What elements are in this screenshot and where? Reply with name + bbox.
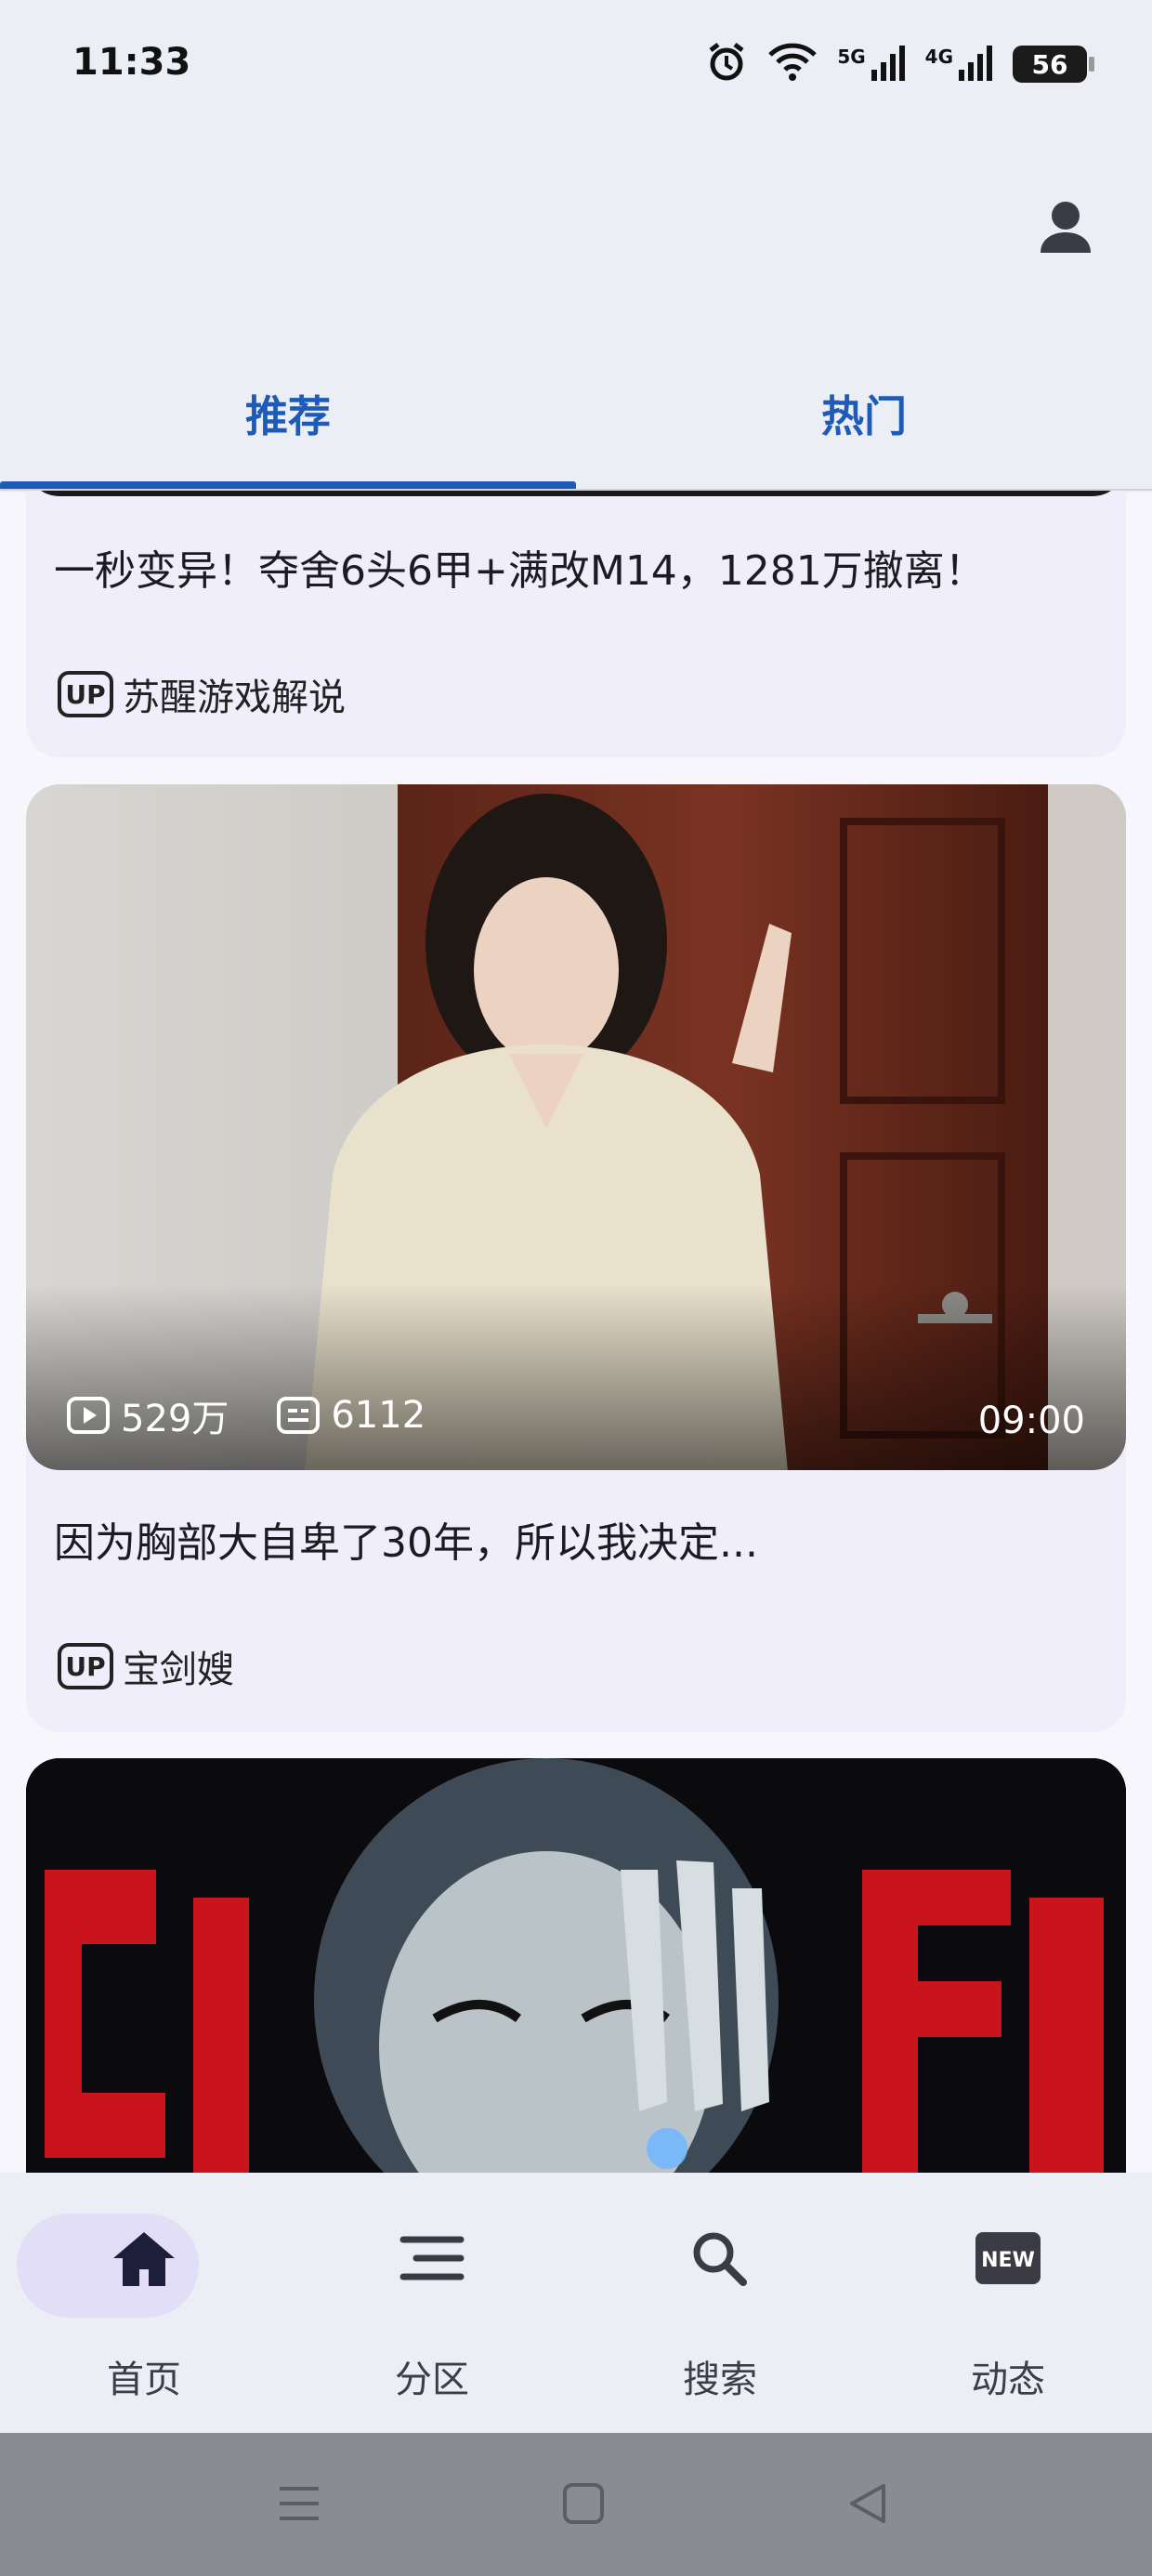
menu-icon [399, 2236, 465, 2280]
video-duration: 09:00 [977, 1400, 1085, 1442]
thumbnail-overlay [26, 1284, 1126, 1470]
search-icon [693, 2232, 747, 2286]
home-icon [113, 2232, 175, 2286]
uploader[interactable]: UP 宝剑嫂 [58, 1639, 234, 1693]
status-icons: 5G 4G 56 [705, 41, 1094, 87]
person-icon [1041, 202, 1091, 253]
new-badge-text: NEW [981, 2249, 1035, 2272]
comment-count: 6112 [331, 1394, 426, 1437]
profile-button[interactable] [1033, 195, 1098, 260]
nav-label: 搜索 [683, 2359, 757, 2401]
alarm-icon [705, 41, 748, 87]
tab-popular[interactable]: 热门 [576, 335, 1152, 493]
up-badge-icon: UP [58, 671, 113, 717]
tab-divider [0, 489, 1152, 491]
signal-icon [957, 44, 994, 85]
status-bar: 11:33 5G 4G 56 [0, 0, 1152, 139]
system-nav-bar [0, 2433, 1152, 2576]
nav-dynamics[interactable]: NEW 动态 [864, 2173, 1152, 2433]
video-thumbnail[interactable] [26, 491, 1126, 496]
view-count: 529万 [121, 1398, 229, 1440]
danmaku-icon [277, 1397, 321, 1434]
nav-search[interactable]: 搜索 [576, 2173, 864, 2433]
nav-home[interactable]: 首页 [0, 2173, 288, 2433]
tab-bar: 推荐 热门 [0, 335, 1152, 493]
video-thumbnail[interactable]: 529万 6112 09:00 [26, 784, 1126, 1470]
views-stat: 529万 [67, 1388, 229, 1442]
system-home-button[interactable] [546, 2466, 621, 2541]
up-badge-icon: UP [58, 1643, 113, 1689]
system-recents-button[interactable] [262, 2466, 336, 2541]
app-header [0, 139, 1152, 335]
nav-label: 分区 [395, 2359, 469, 2401]
uploader-name: 苏醒游戏解说 [123, 677, 346, 719]
signal-5g-label: 5G [837, 46, 866, 68]
status-time: 11:33 [72, 41, 191, 84]
video-title: 因为胸部大自卑了30年，所以我决定... [54, 1519, 758, 1567]
system-back-button[interactable] [831, 2466, 905, 2541]
video-stats: 529万 6112 [67, 1388, 425, 1442]
nav-label: 动态 [971, 2359, 1045, 2401]
video-title: 一秒变异！夺舍6头6甲+满改M14，1281万撤离！ [54, 547, 986, 595]
recents-icon [280, 2487, 319, 2520]
video-card[interactable]: 529万 6112 09:00 因为胸部大自卑了30年，所以我决定... UP … [26, 784, 1126, 1732]
comments-stat: 6112 [277, 1394, 425, 1437]
battery-icon: 56 [1013, 46, 1094, 83]
signal-4g-label: 4G [924, 46, 953, 68]
video-feed[interactable]: 一秒变异！夺舍6头6甲+满改M14，1281万撤离！ UP 苏醒游戏解说 529… [0, 491, 1152, 2173]
nav-label: 首页 [107, 2359, 181, 2401]
back-triangle-icon [850, 2484, 885, 2523]
new-badge-icon: NEW [975, 2232, 1041, 2284]
square-icon [563, 2483, 604, 2524]
video-card[interactable]: 一秒变异！夺舍6头6甲+满改M14，1281万撤离！ UP 苏醒游戏解说 [26, 491, 1126, 757]
bottom-nav: 首页 分区 搜索 NEW 动态 [0, 2173, 1152, 2433]
video-card[interactable] [26, 1758, 1126, 2173]
wifi-icon [766, 42, 818, 86]
uploader[interactable]: UP 苏醒游戏解说 [58, 667, 346, 721]
uploader-name: 宝剑嫂 [123, 1649, 234, 1691]
thumbnail-image [26, 1758, 1126, 2173]
tab-recommend[interactable]: 推荐 [0, 335, 576, 493]
signal-icon [870, 44, 907, 85]
play-count-icon [67, 1397, 110, 1434]
nav-categories[interactable]: 分区 [288, 2173, 576, 2433]
video-thumbnail[interactable] [26, 1758, 1126, 2173]
